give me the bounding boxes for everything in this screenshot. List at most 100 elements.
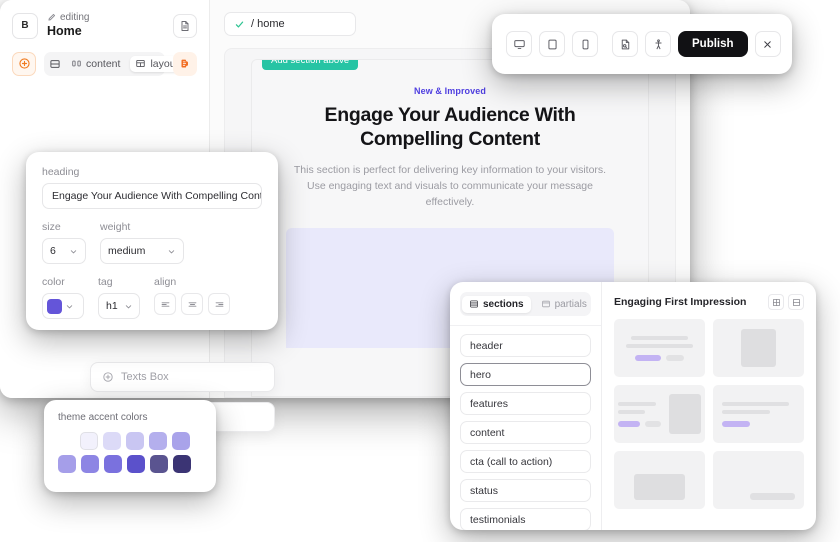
texts-box-label: Texts Box	[121, 371, 169, 383]
section-list-item[interactable]: testimonials	[460, 508, 591, 530]
theme-swatch[interactable]	[126, 432, 144, 450]
theme-swatch[interactable]	[149, 432, 167, 450]
screenshot-root: B editing Home content layout / home Add…	[0, 0, 840, 542]
align-left-button[interactable]	[154, 293, 176, 315]
theme-swatch[interactable]	[81, 455, 99, 473]
pencil-icon	[47, 13, 56, 22]
size-field: size 6	[42, 221, 86, 264]
page-path-bar[interactable]: / home	[224, 12, 356, 36]
weight-select[interactable]: medium	[100, 238, 184, 264]
tag-value: h1	[106, 300, 118, 312]
sections-tabs: sections partials	[450, 282, 601, 326]
theme-swatch[interactable]	[103, 432, 121, 450]
publish-button[interactable]: Publish	[678, 31, 748, 57]
grid-view-icon	[772, 298, 781, 307]
weight-value: medium	[108, 245, 146, 257]
tag-select[interactable]: h1	[98, 293, 140, 319]
add-block-button[interactable]	[12, 51, 36, 76]
theme-swatch[interactable]	[172, 432, 190, 450]
section-list-item[interactable]: status	[460, 479, 591, 502]
template-card[interactable]	[614, 319, 705, 377]
brand-badge[interactable]: B	[12, 12, 38, 39]
accessibility-icon	[652, 38, 665, 51]
sections-preview-column: Engaging First Impression	[602, 282, 816, 530]
tag-field: tag h1	[98, 276, 140, 319]
tab-partials[interactable]: partials	[534, 296, 594, 313]
brand-initial: B	[21, 20, 29, 32]
tab-sections-label: sections	[483, 298, 524, 310]
page-preview-icon	[619, 38, 632, 51]
color-swatch	[47, 298, 62, 314]
tag-label: tag	[98, 276, 113, 288]
add-section-above-badge[interactable]: Add section above	[262, 60, 359, 70]
device-mobile-button[interactable]	[572, 31, 598, 57]
editor-toolbar: content layout	[0, 48, 209, 88]
heading-text-input[interactable]: Engage Your Audience With Compelling Con…	[42, 183, 262, 209]
grid-view-button[interactable]	[768, 294, 784, 310]
theme-swatch[interactable]	[173, 455, 191, 473]
sections-list-column: sections partials header hero features cont…	[450, 282, 602, 530]
tab-content-label: content	[86, 57, 121, 70]
columns-icon	[71, 58, 82, 69]
theme-swatch[interactable]	[150, 455, 168, 473]
align-center-icon	[187, 299, 198, 310]
align-center-button[interactable]	[181, 293, 203, 315]
hero-eyebrow: New & Improved	[414, 86, 486, 96]
hero-heading-line2: Compelling Content	[360, 127, 540, 150]
theme-accent-colors-panel: theme accent colors	[44, 400, 216, 492]
color-tag-align-row: color tag h1 align	[42, 276, 262, 319]
panel-icon[interactable]	[49, 58, 61, 70]
accessibility-button[interactable]	[645, 31, 671, 57]
device-tablet-button[interactable]	[539, 31, 565, 57]
section-list-item[interactable]: cta (call to action)	[460, 450, 591, 473]
editing-status: editing	[47, 12, 164, 23]
section-list-item-label: cta (call to action)	[470, 455, 553, 468]
color-select[interactable]	[42, 293, 84, 319]
tab-sections[interactable]: sections	[462, 295, 531, 313]
template-preview-grid	[614, 319, 804, 509]
document-icon-button[interactable]	[173, 13, 197, 38]
close-button[interactable]	[754, 31, 781, 57]
plus-circle-icon	[102, 371, 114, 383]
size-weight-row: size 6 weight medium	[42, 221, 262, 264]
tab-content[interactable]: content	[66, 56, 125, 72]
weight-field: weight medium	[100, 221, 184, 264]
sections-icon	[469, 299, 479, 309]
theme-swatch[interactable]	[80, 432, 98, 450]
puzzle-orange-icon	[178, 57, 192, 71]
color-field: color	[42, 276, 84, 319]
sections-tabs-inner: sections partials	[460, 292, 591, 316]
size-select[interactable]: 6	[42, 238, 86, 264]
color-label: color	[42, 276, 65, 288]
template-card[interactable]	[713, 319, 804, 377]
theme-swatch[interactable]	[127, 455, 145, 473]
theme-swatch[interactable]	[104, 455, 122, 473]
align-right-button[interactable]	[208, 293, 230, 315]
template-card[interactable]	[614, 451, 705, 509]
page-title: Home	[47, 24, 82, 38]
align-label: align	[154, 276, 177, 288]
page-preview-button[interactable]	[612, 31, 638, 57]
mobile-icon	[579, 38, 592, 51]
texts-box-button[interactable]: Texts Box	[90, 362, 275, 392]
page-titles: editing Home	[47, 12, 164, 40]
align-left-icon	[160, 299, 171, 310]
template-card[interactable]	[713, 451, 804, 509]
view-toggle-group	[768, 294, 804, 310]
section-list-item[interactable]: features	[460, 392, 591, 415]
align-right-icon	[214, 299, 225, 310]
heading-settings-panel: heading Engage Your Audience With Compel…	[26, 152, 278, 330]
page-path-label: / home	[251, 18, 285, 30]
document-icon	[179, 20, 191, 32]
device-desktop-button[interactable]	[506, 31, 532, 57]
section-list-item[interactable]: header	[460, 334, 591, 357]
hero-heading-line1: Engage Your Audience With	[324, 104, 576, 126]
extension-button[interactable]	[173, 51, 197, 76]
list-view-button[interactable]	[788, 294, 804, 310]
section-list-item[interactable]: content	[460, 421, 591, 444]
template-card[interactable]	[713, 385, 804, 443]
section-list-item[interactable]: hero	[460, 363, 591, 386]
theme-swatch[interactable]	[58, 455, 76, 473]
desktop-icon	[513, 38, 526, 51]
template-card[interactable]	[614, 385, 705, 443]
